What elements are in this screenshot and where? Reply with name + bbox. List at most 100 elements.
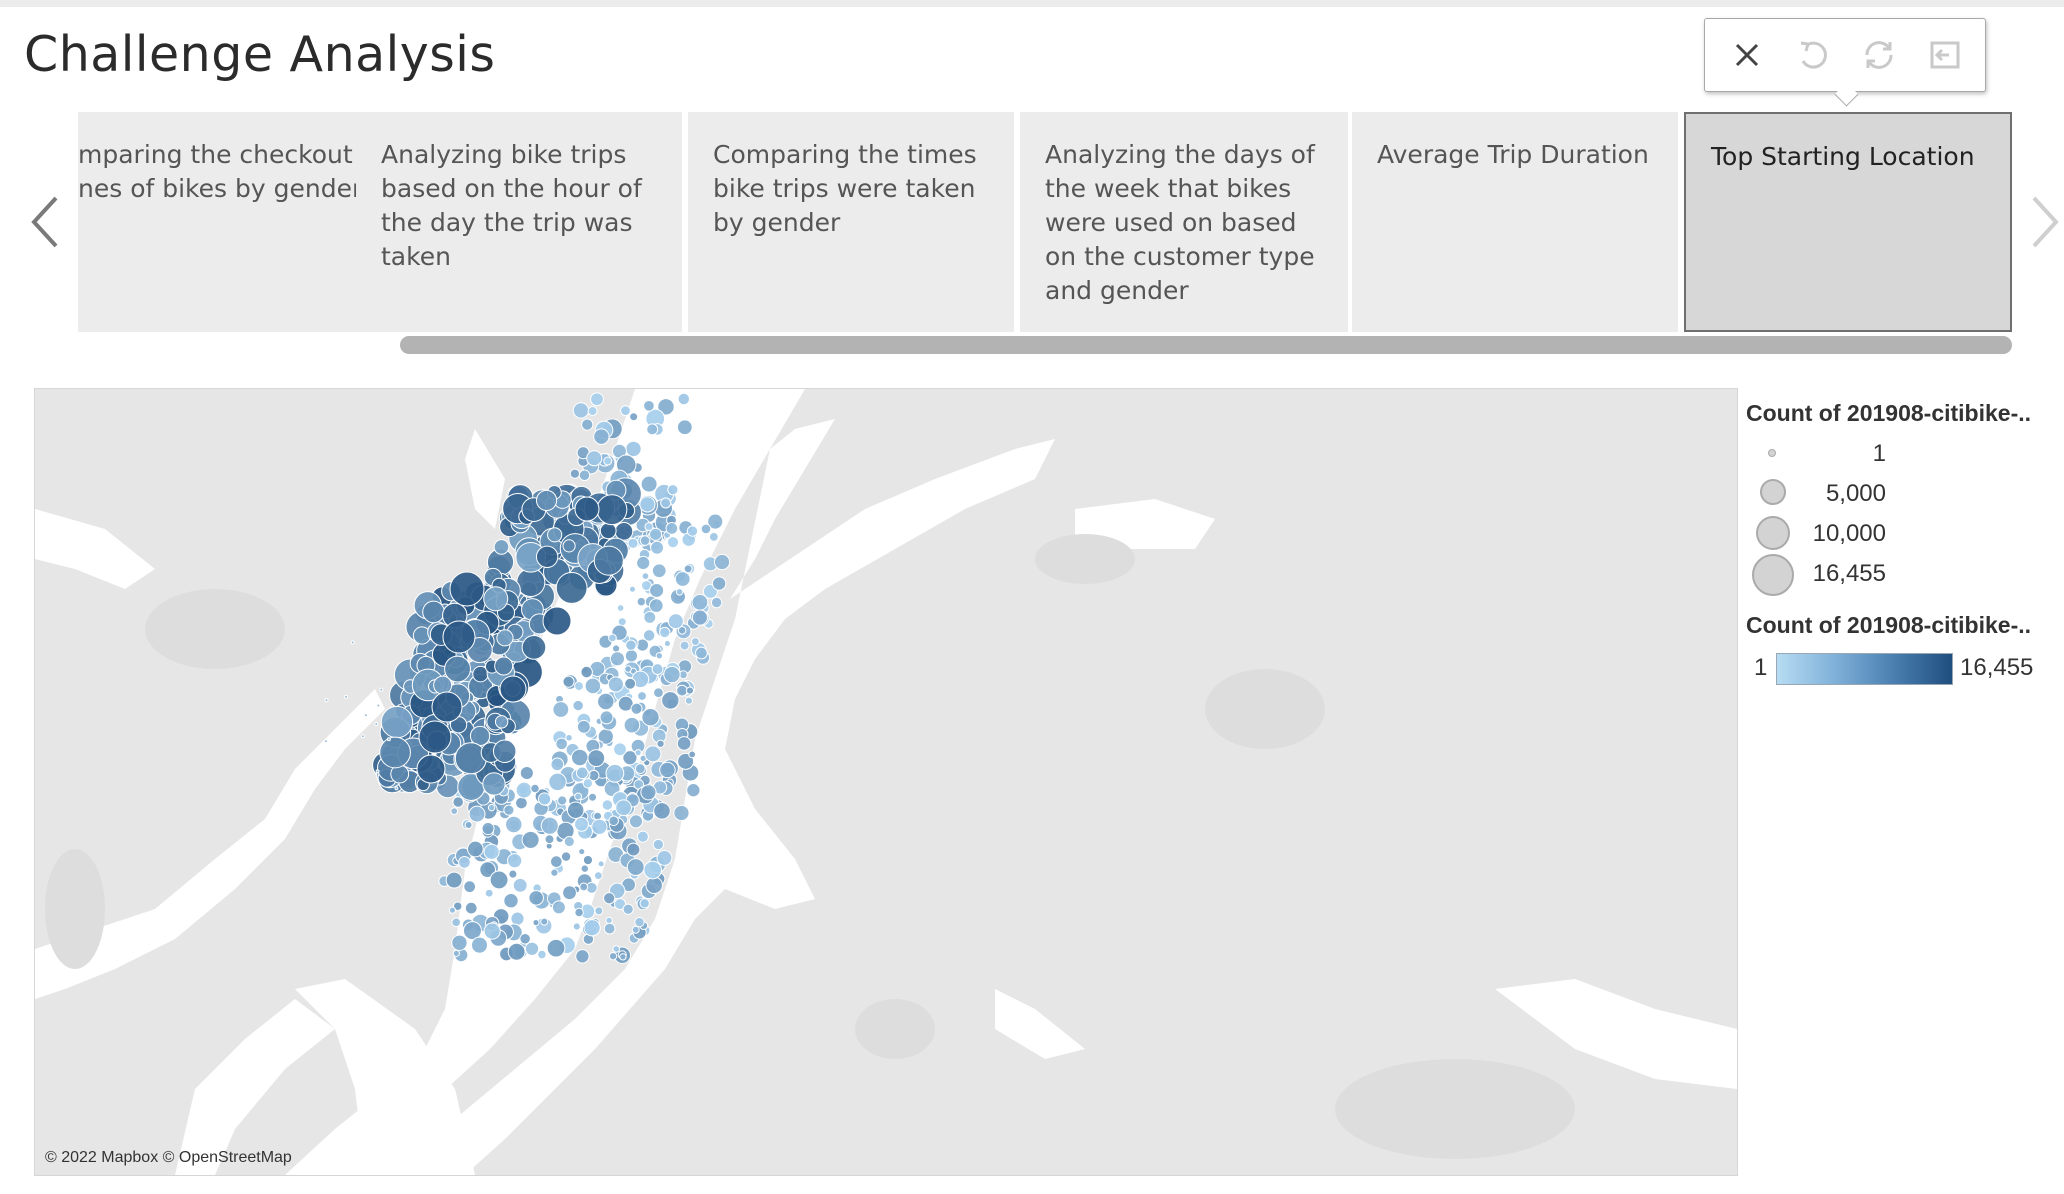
station-marker[interactable] <box>607 676 624 693</box>
station-marker[interactable] <box>591 818 608 835</box>
undo-button[interactable] <box>1791 33 1835 77</box>
station-marker[interactable] <box>549 855 563 868</box>
story-next-button[interactable] <box>2026 192 2064 252</box>
station-marker[interactable] <box>643 860 662 880</box>
station-marker[interactable] <box>593 428 610 445</box>
station-marker[interactable] <box>683 564 693 574</box>
station-marker[interactable] <box>646 423 659 436</box>
station-marker[interactable] <box>688 750 697 759</box>
station-marker[interactable] <box>603 892 616 905</box>
station-marker[interactable] <box>524 941 540 956</box>
station-marker[interactable] <box>619 953 627 961</box>
station-marker[interactable] <box>580 665 593 679</box>
station-marker[interactable] <box>519 765 534 781</box>
station-marker[interactable] <box>612 945 621 953</box>
station-marker[interactable] <box>552 701 570 718</box>
station-marker[interactable] <box>653 802 671 820</box>
station-marker[interactable] <box>442 620 476 654</box>
station-marker[interactable] <box>470 936 489 954</box>
station-marker[interactable] <box>631 925 640 934</box>
station-marker[interactable] <box>648 598 664 613</box>
station-marker[interactable] <box>489 870 509 890</box>
station-marker[interactable] <box>350 640 355 645</box>
station-marker[interactable] <box>624 649 639 663</box>
station-marker[interactable] <box>452 949 460 957</box>
station-marker[interactable] <box>649 527 663 541</box>
station-marker[interactable] <box>542 606 572 636</box>
station-marker[interactable] <box>510 911 525 926</box>
station-marker[interactable] <box>532 918 540 927</box>
station-marker[interactable] <box>634 763 646 774</box>
station-marker[interactable] <box>450 807 459 816</box>
station-marker[interactable] <box>661 691 680 710</box>
station-marker[interactable] <box>482 772 506 796</box>
station-marker[interactable] <box>324 698 329 703</box>
story-prev-button[interactable] <box>24 192 64 252</box>
station-marker[interactable] <box>481 822 495 836</box>
station-marker[interactable] <box>344 694 349 699</box>
story-point-4[interactable]: Analyzing the days of the week that bike… <box>1020 112 1348 332</box>
station-marker[interactable] <box>673 804 690 822</box>
station-marker[interactable] <box>710 596 723 609</box>
station-marker[interactable] <box>492 739 517 763</box>
station-marker[interactable] <box>594 906 604 916</box>
station-marker[interactable] <box>599 710 614 725</box>
station-marker[interactable] <box>363 713 368 718</box>
exit-button[interactable] <box>1923 33 1967 77</box>
station-marker[interactable] <box>494 656 514 676</box>
station-marker[interactable] <box>535 489 558 512</box>
station-marker[interactable] <box>613 742 627 757</box>
story-point-2[interactable]: Analyzing bike trips based on the hour o… <box>356 112 682 332</box>
station-marker[interactable] <box>708 532 719 542</box>
station-marker[interactable] <box>572 699 584 712</box>
station-marker[interactable] <box>574 907 584 918</box>
station-marker[interactable] <box>641 572 650 580</box>
station-marker[interactable] <box>691 609 709 626</box>
station-marker[interactable] <box>503 804 515 816</box>
map-view[interactable]: © 2022 Mapbox © OpenStreetMap <box>34 388 1738 1176</box>
station-marker[interactable] <box>640 475 658 493</box>
station-marker[interactable] <box>575 949 590 964</box>
station-marker[interactable] <box>641 708 660 727</box>
station-marker[interactable] <box>360 734 365 739</box>
station-marker[interactable] <box>431 691 463 723</box>
station-marker[interactable] <box>512 877 528 893</box>
station-marker[interactable] <box>659 761 676 779</box>
station-marker[interactable] <box>686 525 699 537</box>
station-marker[interactable] <box>656 849 673 866</box>
station-marker[interactable] <box>579 882 589 892</box>
station-marker[interactable] <box>644 745 662 763</box>
station-marker[interactable] <box>686 783 701 798</box>
station-marker[interactable] <box>451 934 468 951</box>
station-marker[interactable] <box>711 576 727 591</box>
station-marker[interactable] <box>540 816 559 835</box>
station-marker[interactable] <box>572 922 581 931</box>
station-marker[interactable] <box>593 545 624 576</box>
station-marker[interactable] <box>650 540 665 555</box>
station-marker[interactable] <box>667 484 679 496</box>
station-marker[interactable] <box>454 742 487 775</box>
station-marker[interactable] <box>587 406 598 417</box>
station-marker[interactable] <box>663 665 681 684</box>
station-marker[interactable] <box>540 917 549 926</box>
station-marker[interactable] <box>418 720 452 754</box>
station-marker[interactable] <box>560 851 572 862</box>
station-marker[interactable] <box>626 858 645 877</box>
station-marker[interactable] <box>521 635 547 660</box>
station-marker[interactable] <box>468 805 486 823</box>
station-marker[interactable] <box>515 796 528 810</box>
station-marker[interactable] <box>548 772 567 792</box>
station-marker[interactable] <box>690 637 700 646</box>
station-marker[interactable] <box>503 893 519 909</box>
station-marker[interactable] <box>557 795 568 806</box>
station-marker[interactable] <box>676 736 692 751</box>
station-marker[interactable] <box>487 803 496 812</box>
station-marker[interactable] <box>676 419 693 436</box>
station-marker[interactable] <box>684 696 693 705</box>
station-marker[interactable] <box>630 702 643 715</box>
station-marker[interactable] <box>528 890 544 906</box>
station-marker[interactable] <box>623 716 641 734</box>
station-marker[interactable] <box>496 629 514 647</box>
station-marker[interactable] <box>416 754 446 784</box>
station-marker[interactable] <box>626 842 641 857</box>
